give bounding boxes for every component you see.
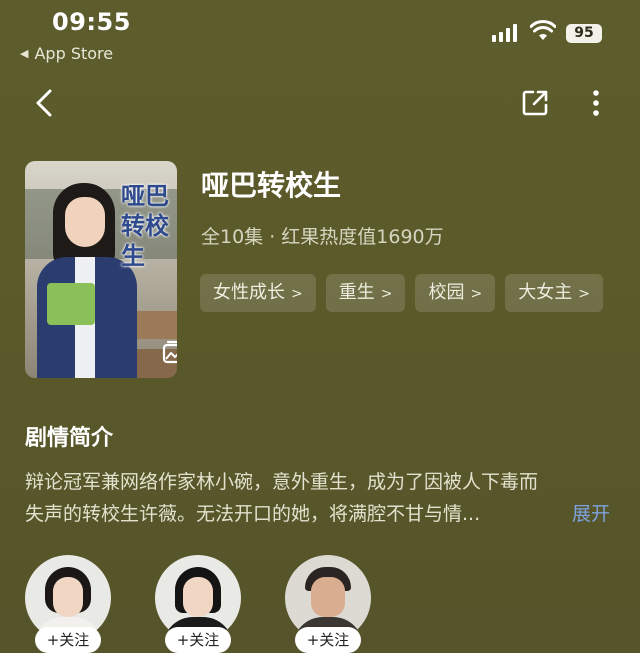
tag-item[interactable]: 重生 > bbox=[325, 274, 406, 312]
chevron-right-icon: > bbox=[291, 286, 303, 302]
status-time: 09:55 bbox=[52, 8, 131, 36]
follow-button[interactable]: +关注 bbox=[295, 627, 361, 653]
tag-list: 女性成长 > 重生 > 校园 > 大女主 > bbox=[200, 274, 603, 312]
share-icon[interactable] bbox=[520, 88, 550, 118]
cover-character-face bbox=[65, 197, 105, 247]
chevron-right-icon: > bbox=[470, 286, 483, 302]
back-triangle-icon: ◀ bbox=[20, 47, 29, 60]
tag-item[interactable]: 大女主 > bbox=[505, 274, 603, 312]
back-icon[interactable] bbox=[30, 86, 60, 120]
chevron-right-icon: > bbox=[578, 286, 590, 302]
show-meta: 全10集 · 红果热度值1690万 bbox=[201, 226, 444, 248]
synopsis-line-2: 失声的转校生许薇。无法开口的她，将满腔不甘与情... bbox=[25, 503, 481, 525]
gallery-icon[interactable] bbox=[159, 337, 177, 367]
more-icon[interactable] bbox=[588, 88, 604, 118]
synopsis-text: 辩论冠军兼网络作家林小碗，意外重生，成为了因被人下毒而 失声的转校生许薇。无法开… bbox=[25, 466, 617, 530]
cover-poster[interactable]: 哑巴转校生 bbox=[25, 161, 177, 378]
back-app-label: App Store bbox=[34, 44, 114, 63]
synopsis-heading: 剧情简介 bbox=[25, 426, 114, 451]
cast-member[interactable]: +关注 bbox=[25, 555, 111, 653]
tag-item[interactable]: 女性成长 > bbox=[200, 274, 316, 312]
show-title: 哑巴转校生 bbox=[201, 169, 342, 202]
chevron-right-icon: > bbox=[380, 286, 393, 302]
cover-title-art: 哑巴转校生 bbox=[121, 181, 169, 270]
synopsis-line-1: 辩论冠军兼网络作家林小碗，意外重生，成为了因被人下毒而 bbox=[25, 471, 539, 493]
cover-folder bbox=[47, 283, 95, 325]
expand-link[interactable]: 展开 bbox=[572, 498, 610, 530]
wifi-icon bbox=[530, 20, 556, 40]
tag-item[interactable]: 校园 > bbox=[415, 274, 496, 312]
follow-button[interactable]: +关注 bbox=[165, 627, 231, 653]
cast-member[interactable]: +关注 bbox=[155, 555, 241, 653]
status-bar: 09:55 ◀ App Store 95 bbox=[0, 0, 640, 70]
cast-member[interactable]: +关注 bbox=[285, 555, 371, 653]
back-to-app-store[interactable]: ◀ App Store bbox=[20, 44, 113, 63]
signal-icon bbox=[492, 24, 517, 42]
follow-button[interactable]: +关注 bbox=[35, 627, 101, 653]
battery-indicator: 95 bbox=[566, 24, 602, 43]
